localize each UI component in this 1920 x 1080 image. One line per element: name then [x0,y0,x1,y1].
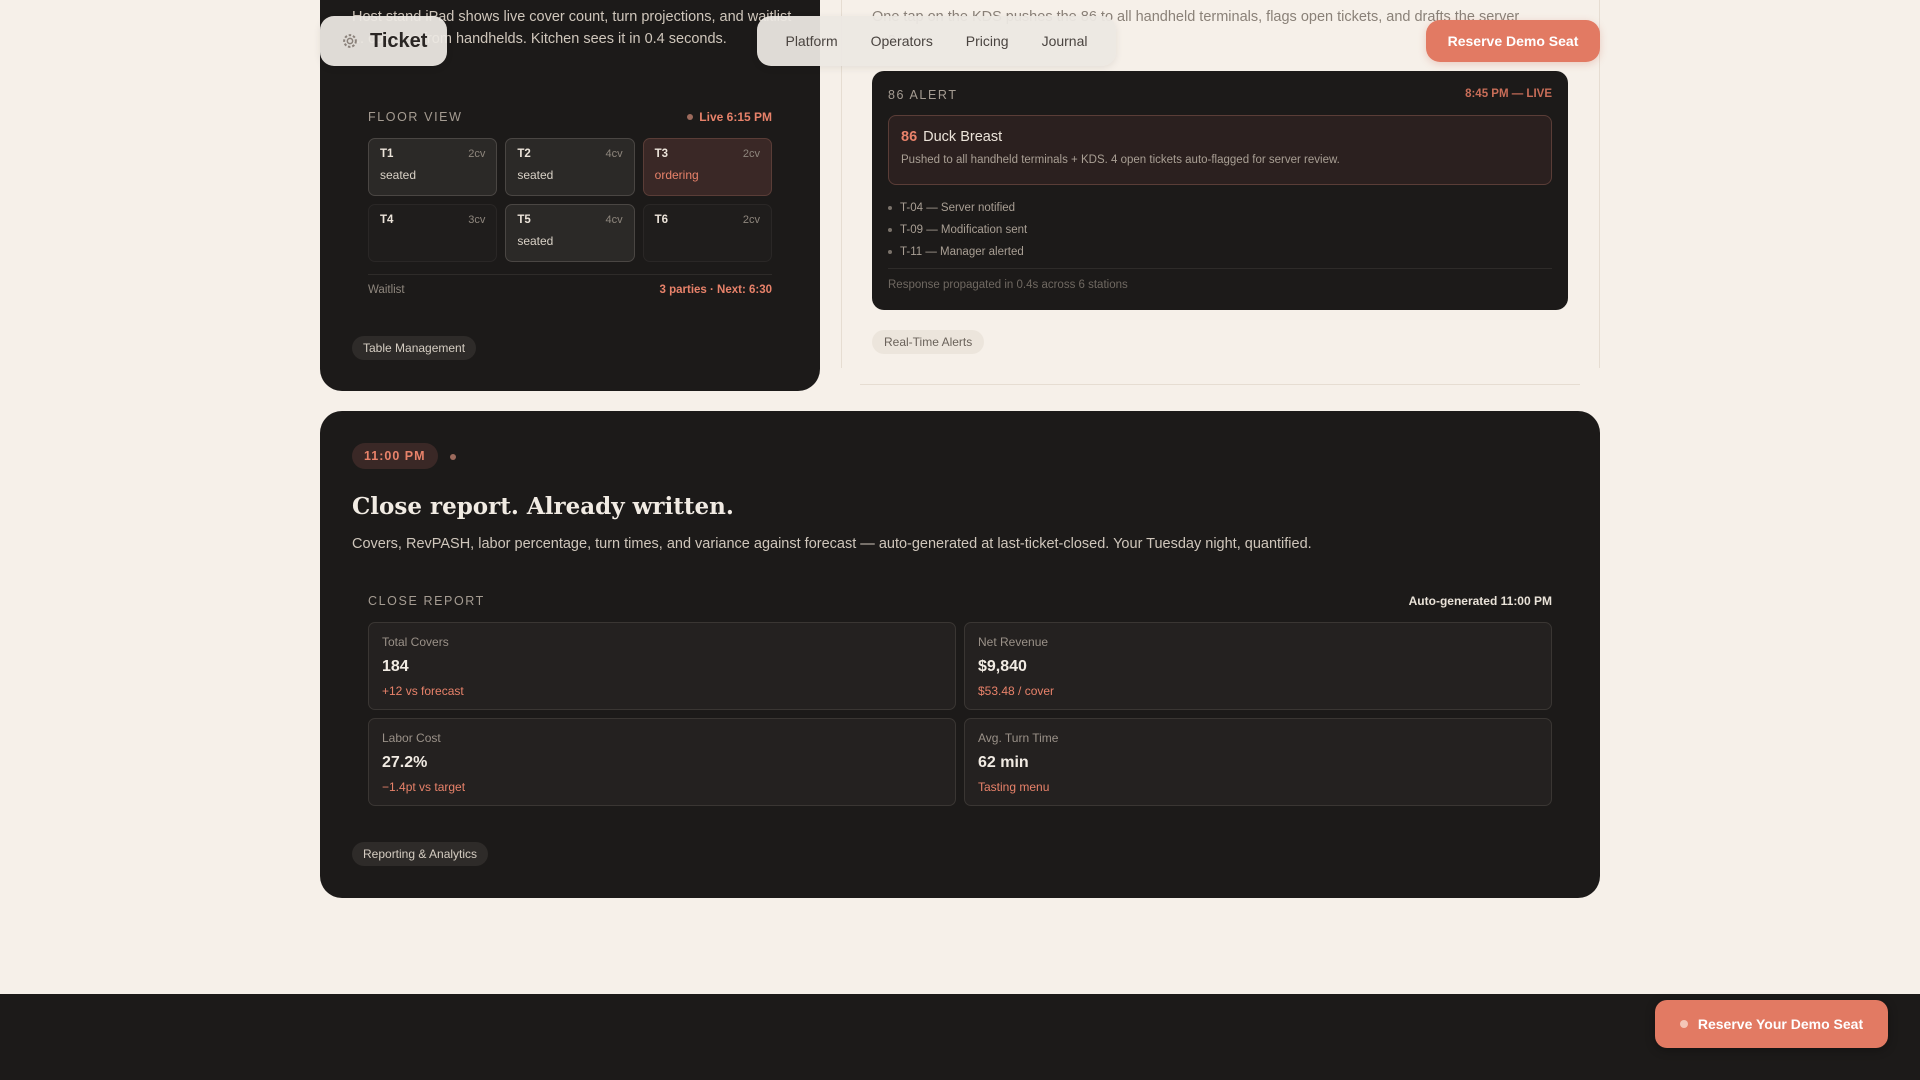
nav-link-pricing[interactable]: Pricing [966,33,1009,49]
table-covers: 2cv [742,148,760,160]
metric-value: $9,840 [978,658,1027,675]
metric-value: 184 [382,658,409,675]
table-id: T3 [654,148,669,160]
main-nav: Platform Operators Pricing Journal [757,16,1116,66]
table-tile-t2[interactable]: T2 4cv seated [505,138,635,196]
table-covers: 4cv [605,214,623,226]
table-status: seated [517,234,554,248]
list-item: T-11 — Manager alerted [888,241,1552,263]
close-report-header: CLOSE REPORT Auto-generated 11:00 PM [368,594,1552,608]
live-indicator: Live 6:15 PM [687,110,772,124]
footer [0,994,1920,1080]
nav-link-journal[interactable]: Journal [1042,33,1088,49]
table-id: T1 [380,148,394,160]
alert-item-num: 86 [901,129,918,145]
table-tile-t4[interactable]: T4 3cv [368,204,498,262]
table-status: seated [380,168,417,182]
nav-link-platform[interactable]: Platform [785,33,837,49]
table-tile-t3[interactable]: T3 2cv ordering [642,138,772,196]
live-time: Live 6:15 PM [699,110,772,124]
alert-event-text: T-11 — Manager alerted [900,246,1024,258]
metric-sub: Tasting menu [978,780,1050,794]
table-covers: 3cv [468,214,486,226]
table-status: ordering [654,168,699,182]
floor-tables-grid: T1 2cv seated T2 4cv seated T3 2cv ordering… [368,138,772,262]
metric-label: Avg. Turn Time [978,731,1059,745]
bullet-icon [888,228,892,232]
table-covers: 2cv [468,148,486,160]
reserve-your-demo-seat-button[interactable]: Reserve Your Demo Seat [1655,1000,1888,1048]
metric-avg-turn-time: Avg. Turn Time 62 min Tasting menu [964,718,1552,806]
alert-event-text: T-09 — Modification sent [900,224,1028,236]
table-id: T2 [517,148,531,160]
brand-name: Ticket [370,29,428,52]
alert-footer: Response propagated in 0.4s across 6 sta… [888,268,1552,291]
table-id: T6 [654,214,669,226]
time-badge: 11:00 PM [352,443,438,469]
feature-tag-table-management: Table Management [352,336,477,360]
close-report-label: CLOSE REPORT [368,594,485,608]
metric-total-covers: Total Covers 184 +12 vs forecast [368,622,956,710]
list-item: T-09 — Modification sent [888,219,1552,241]
table-covers: 2cv [742,214,760,226]
bullet-icon [888,250,892,254]
feature-tag-real-time-alerts: Real-Time Alerts [872,330,985,354]
alert-item-desc: Pushed to all handheld terminals + KDS. … [901,154,1340,166]
close-report-desc: Covers, RevPASH, labor percentage, turn … [352,536,1312,552]
table-id: T4 [380,214,394,226]
table-tile-t1[interactable]: T1 2cv seated [368,138,498,196]
alert-event-text: T-04 — Server notified [900,202,1016,214]
table-tile-t5[interactable]: T5 4cv seated [505,204,635,262]
reserve-demo-seat-button[interactable]: Reserve Demo Seat [1426,20,1600,62]
metric-sub: −1.4pt vs target [382,780,466,794]
alert-item-title: 86 Duck Breast [901,129,1539,145]
close-report-card: 11:00 PM Close report. Already written. … [320,411,1600,898]
alert-header: 86 ALERT 8:45 PM — LIVE [888,88,1552,102]
timeline-dot-icon [450,454,456,460]
table-status: seated [517,168,554,182]
waitlist-value: 3 parties · Next: 6:30 [659,284,773,296]
table-id: T5 [517,214,531,226]
feature-tag-reporting-analytics: Reporting & Analytics [352,842,489,866]
metric-value: 27.2% [382,754,428,771]
metric-sub: $53.48 / cover [978,684,1055,698]
dot-icon [1679,1020,1688,1028]
nav-link-operators[interactable]: Operators [871,33,933,49]
gear-icon [343,34,357,48]
metric-labor-cost: Labor Cost 27.2% −1.4pt vs target [368,718,956,806]
alert-time: 8:45 PM — LIVE [1465,88,1552,100]
alert-label: 86 ALERT [888,88,958,102]
metric-label: Total Covers [382,635,449,649]
floor-view-header: FLOOR VIEW Live 6:15 PM [368,110,772,124]
footer-cta-label: Reserve Your Demo Seat [1697,1016,1864,1032]
live-dot-icon [687,114,694,120]
metric-label: Labor Cost [382,731,441,745]
metric-value: 62 min [978,754,1029,771]
close-report-generated: Auto-generated 11:00 PM [1408,594,1552,608]
waitlist-label: Waitlist [368,284,405,296]
close-report-title: Close report. Already written. [352,493,734,520]
alert-card: 86 ALERT 8:45 PM — LIVE 86 Duck Breast Pu… [872,71,1568,310]
metric-sub: +12 vs forecast [382,684,464,698]
column-divider [1599,0,1600,368]
table-covers: 4cv [605,148,623,160]
alert-item-name: Duck Breast [923,129,1003,145]
metrics-grid: Total Covers 184 +12 vs forecast Net Rev… [368,622,1552,806]
table-tile-t6[interactable]: T6 2cv [642,204,772,262]
waitlist-row: Waitlist 3 parties · Next: 6:30 [368,274,772,296]
alert-event-list: T-04 — Server notified T-09 — Modificati… [888,197,1552,263]
alert-item-box: 86 Duck Breast Pushed to all handheld ter… [888,115,1552,185]
section-divider [860,384,1580,385]
list-item: T-04 — Server notified [888,197,1552,219]
floor-view-label: FLOOR VIEW [368,110,463,124]
metric-label: Net Revenue [978,635,1049,649]
bullet-icon [888,206,892,210]
metric-net-revenue: Net Revenue $9,840 $53.48 / cover [964,622,1552,710]
brand-logo[interactable]: Ticket [320,16,447,66]
